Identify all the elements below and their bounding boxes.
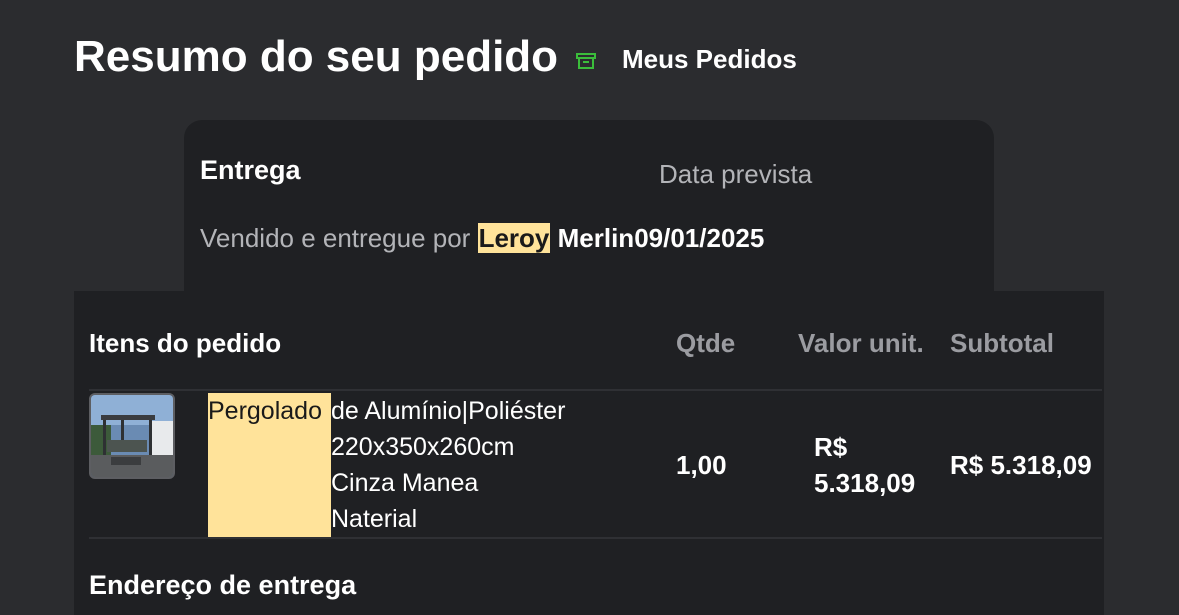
seller-highlight: Leroy [477,223,551,253]
order-summary-page: Resumo do seu pedido Meus Pedidos Entreg… [0,0,1179,615]
row-divider [89,537,1102,539]
sold-by-label: Vendido e entregue por [200,223,471,253]
delivery-seller-line: Vendido e entregue por Leroy Merlin09/01… [200,221,764,255]
archive-box-icon [576,53,596,69]
unit-price-currency: R$ [814,432,848,462]
product-name-line: Naterial [331,505,418,533]
qty-column-header: Qtde [676,328,736,358]
product-name-line: de Alumínio|Poliéster [331,397,566,425]
subtotal-column-header: Subtotal [950,328,1054,358]
delivery-date-label: Data prevista [659,159,813,189]
delivery-date-value: 09/01/2025 [634,223,765,253]
shipping-address-title: Endereço de entrega [89,570,357,600]
product-name-first-word: Pergolado [208,397,322,425]
order-items-table: Itens do pedido Qtde Valor unit. Subtota… [74,291,1104,615]
unit-price-column-header: Valor unit. [798,328,924,358]
delivery-card: Entrega Data prevista Vendido e entregue… [184,120,994,310]
item-quantity: 1,00 [676,450,727,480]
header-divider [89,389,1102,391]
my-orders-link[interactable]: Meus Pedidos [622,43,797,75]
items-column-header: Itens do pedido [89,328,282,358]
pergola-image-icon [91,395,173,477]
delivery-title: Entrega [200,155,301,185]
item-unit-price: R$ 5.318,09 [814,429,915,501]
product-name-line: Cinza Manea [331,469,479,497]
page-title: Resumo do seu pedido [74,32,559,81]
product-thumbnail[interactable] [89,393,175,479]
product-name-line: 220x350x260cm [331,433,515,461]
unit-price-value: 5.318,09 [814,468,916,498]
seller-name-rest: Merlin [557,223,635,253]
item-subtotal: R$ 5.318,09 [950,450,1092,480]
